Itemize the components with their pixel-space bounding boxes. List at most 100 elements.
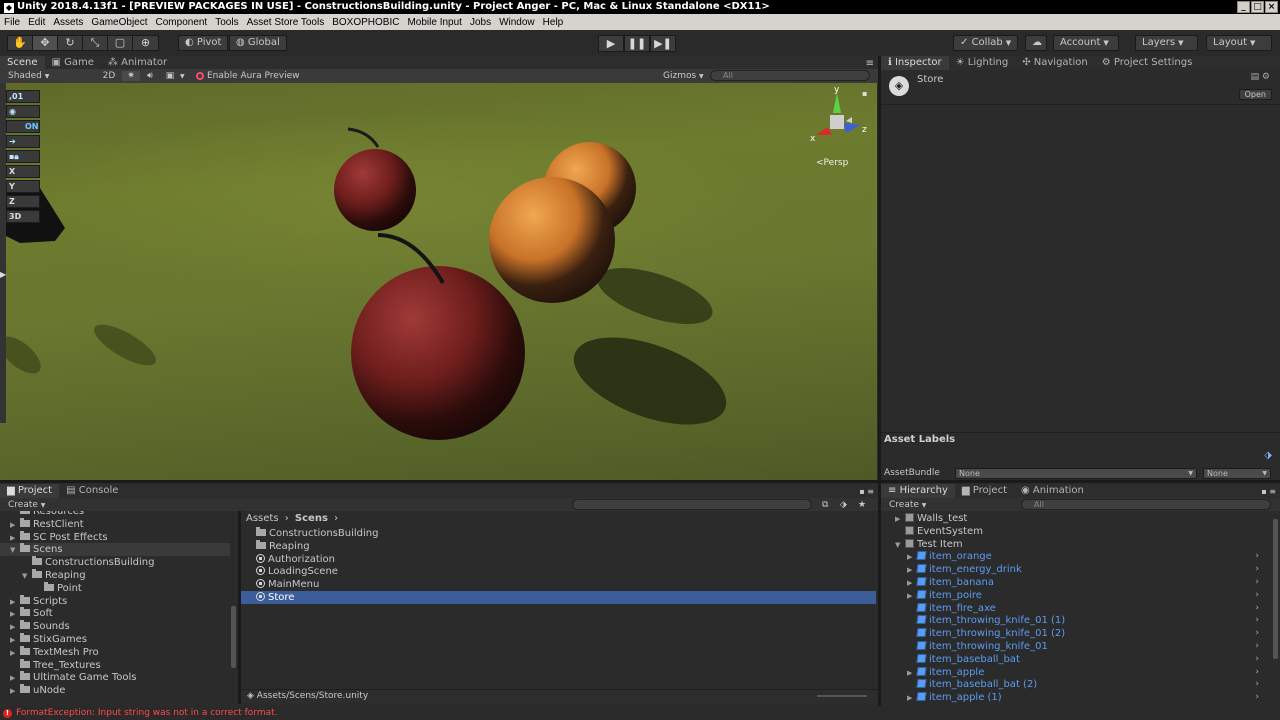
tree-folder-item[interactable]: ConstructionsBuilding <box>0 556 230 569</box>
menu-assets[interactable]: Assets <box>49 17 87 28</box>
maximize-button[interactable]: □ <box>1251 1 1264 13</box>
hierarchy-item[interactable]: item_baseball_bat › <box>881 653 1273 666</box>
breadcrumb-assets[interactable]: Assets <box>246 513 279 524</box>
favorite-star-icon[interactable]: ★ <box>858 500 866 510</box>
open-prefab-chevron-icon[interactable]: › <box>1255 550 1259 563</box>
horizontal-splitter[interactable] <box>0 480 1280 483</box>
visibility-eye-icon[interactable]: ◉ <box>6 105 40 118</box>
label-tag-icon[interactable]: ⬗ <box>1264 450 1272 461</box>
y-axis-toggle[interactable]: Y <box>6 180 40 193</box>
minimize-button[interactable]: _ <box>1237 1 1250 13</box>
lock-snap-icon[interactable]: ▪🔒︎ <box>6 150 40 163</box>
hierarchy-item[interactable]: ▶ item_orange › <box>881 550 1273 563</box>
move-tool-icon[interactable]: ✥ <box>33 36 58 50</box>
tab-inspector[interactable]: ℹ Inspector <box>881 56 949 70</box>
menu-file[interactable]: File <box>0 17 24 28</box>
persp-label[interactable]: <Persp <box>816 158 848 168</box>
hand-tool-icon[interactable]: ✋ <box>8 36 33 50</box>
project-panel-menu-icon[interactable]: ▪ ≡ <box>859 487 878 496</box>
hierarchy-item[interactable]: ▶ item_banana › <box>881 576 1273 589</box>
snap-on-toggle[interactable]: ON <box>6 120 40 133</box>
tree-folder-item[interactable]: ▶ TextMesh Pro <box>0 645 230 659</box>
lock-icon[interactable]: ▪ <box>862 89 867 98</box>
asset-bundle-dropdown[interactable]: None ▼ <box>955 468 1197 479</box>
tab-animation[interactable]: ◉ Animation <box>1014 484 1091 498</box>
hierarchy-item[interactable]: EventSystem <box>881 525 1273 538</box>
tab-console[interactable]: ▤ Console <box>59 484 125 498</box>
scene-viewport[interactable]: y x z <Persp ▪ <box>0 83 877 480</box>
layout-dropdown[interactable]: Layout ▼ <box>1206 35 1272 51</box>
play-button[interactable]: ▶ <box>598 35 624 52</box>
tab-game[interactable]: ▣ Game <box>45 56 101 70</box>
effects-dropdown-icon[interactable]: ▼ <box>180 73 190 80</box>
open-prefab-chevron-icon[interactable]: › <box>1255 653 1259 666</box>
pivot-toggle[interactable]: ◐ Pivot <box>178 35 229 51</box>
tab-project-settings[interactable]: ⚙ Project Settings <box>1095 56 1200 70</box>
project-search-input[interactable] <box>572 499 812 510</box>
global-toggle[interactable]: ◍ Global <box>229 35 287 51</box>
tab-animator[interactable]: ⁂ Animator <box>101 56 174 70</box>
tab-scene[interactable]: Scene <box>0 56 45 70</box>
open-prefab-chevron-icon[interactable]: › <box>1255 640 1259 653</box>
hierarchy-item[interactable]: ▶ item_energy_drink › <box>881 563 1273 576</box>
filter-type-icon[interactable]: ⧉ <box>822 500 828 510</box>
inspector-options-icon[interactable]: ▤ ⚙ <box>1251 72 1270 82</box>
file-list-item[interactable]: Store <box>241 591 876 604</box>
open-prefab-chevron-icon[interactable]: › <box>1255 691 1259 704</box>
hierarchy-scrollbar[interactable] <box>1273 519 1278 659</box>
hierarchy-item[interactable]: ▶ item_poire › <box>881 589 1273 602</box>
step-button[interactable]: ▶❚ <box>650 35 676 52</box>
hierarchy-search-input[interactable]: All <box>1021 499 1271 510</box>
tree-scrollbar[interactable] <box>231 606 236 668</box>
project-create-dropdown[interactable]: Create ▼ <box>0 500 45 510</box>
cloud-button[interactable]: ☁ <box>1025 35 1047 51</box>
menu-jobs[interactable]: Jobs <box>466 17 495 28</box>
aura-preview-toggle[interactable]: Enable Aura Preview <box>196 71 300 81</box>
open-prefab-chevron-icon[interactable]: › <box>1255 602 1259 615</box>
status-bar[interactable]: ! FormatException: Input string was not i… <box>0 706 1280 720</box>
tree-folder-item[interactable]: ▶ Sounds <box>0 620 230 633</box>
open-prefab-chevron-icon[interactable]: › <box>1255 563 1259 576</box>
open-prefab-chevron-icon[interactable]: › <box>1255 627 1259 640</box>
open-button[interactable]: Open <box>1238 89 1272 100</box>
tree-folder-item[interactable]: ▶ uNode <box>0 684 230 697</box>
hierarchy-item[interactable]: item_throwing_knife_01 › <box>881 640 1273 653</box>
account-dropdown[interactable]: Account ▼ <box>1053 35 1119 51</box>
menu-boxophobic[interactable]: BOXOPHOBIC <box>328 17 403 28</box>
open-prefab-chevron-icon[interactable]: › <box>1255 678 1259 691</box>
file-list-item[interactable]: ConstructionsBuilding <box>241 527 876 540</box>
hierarchy-item[interactable]: item_throwing_knife_01 (1) › <box>881 614 1273 627</box>
shading-dropdown[interactable]: Shaded ▼ <box>0 71 96 81</box>
hierarchy-item[interactable]: ▶ item_apple (1) › <box>881 691 1273 704</box>
menu-edit[interactable]: Edit <box>24 17 49 28</box>
rotate-tool-icon[interactable]: ↻ <box>58 36 83 50</box>
tab-project-2[interactable]: ▆ Project <box>955 484 1014 498</box>
tree-folder-item[interactable]: Tree_Textures <box>0 658 230 672</box>
open-prefab-chevron-icon[interactable]: › <box>1255 576 1259 589</box>
expand-arrow-icon[interactable]: ▶ <box>0 270 6 279</box>
mode-3d-toggle[interactable]: 3D <box>6 210 40 223</box>
tree-folder-item[interactable]: Point <box>0 581 230 595</box>
tree-folder-item[interactable]: ▶ Ultimate Game Tools <box>0 671 230 684</box>
open-prefab-chevron-icon[interactable]: › <box>1255 589 1259 602</box>
menu-window[interactable]: Window <box>495 17 539 28</box>
file-list-item[interactable]: LoadingScene <box>241 565 876 578</box>
hierarchy-item[interactable]: ▶ item_apple › <box>881 666 1273 679</box>
tree-folder-item[interactable]: ▼ Reaping <box>0 569 230 582</box>
menu-tools[interactable]: Tools <box>211 17 242 28</box>
rect-tool-icon[interactable]: ▢ <box>108 36 133 50</box>
tab-lighting[interactable]: ☀ Lighting <box>949 56 1016 70</box>
asset-variant-dropdown[interactable]: None ▼ <box>1203 468 1271 479</box>
file-list-item[interactable]: Reaping <box>241 539 876 553</box>
breadcrumb-scens[interactable]: Scens <box>295 513 328 524</box>
tab-navigation[interactable]: ✣ Navigation <box>1015 56 1095 70</box>
menu-help[interactable]: Help <box>539 17 568 28</box>
pause-button[interactable]: ❚❚ <box>624 35 650 52</box>
tree-folder-item[interactable]: ▶ SC Post Effects <box>0 530 230 544</box>
icon-size-slider[interactable] <box>817 695 867 697</box>
file-list-item[interactable]: Authorization <box>241 553 876 566</box>
scene-search-input[interactable]: All <box>710 70 870 81</box>
hierarchy-item[interactable]: item_fire_axe › <box>881 602 1273 615</box>
layers-dropdown[interactable]: Layers ▼ <box>1135 35 1198 51</box>
open-prefab-chevron-icon[interactable]: › <box>1255 614 1259 627</box>
